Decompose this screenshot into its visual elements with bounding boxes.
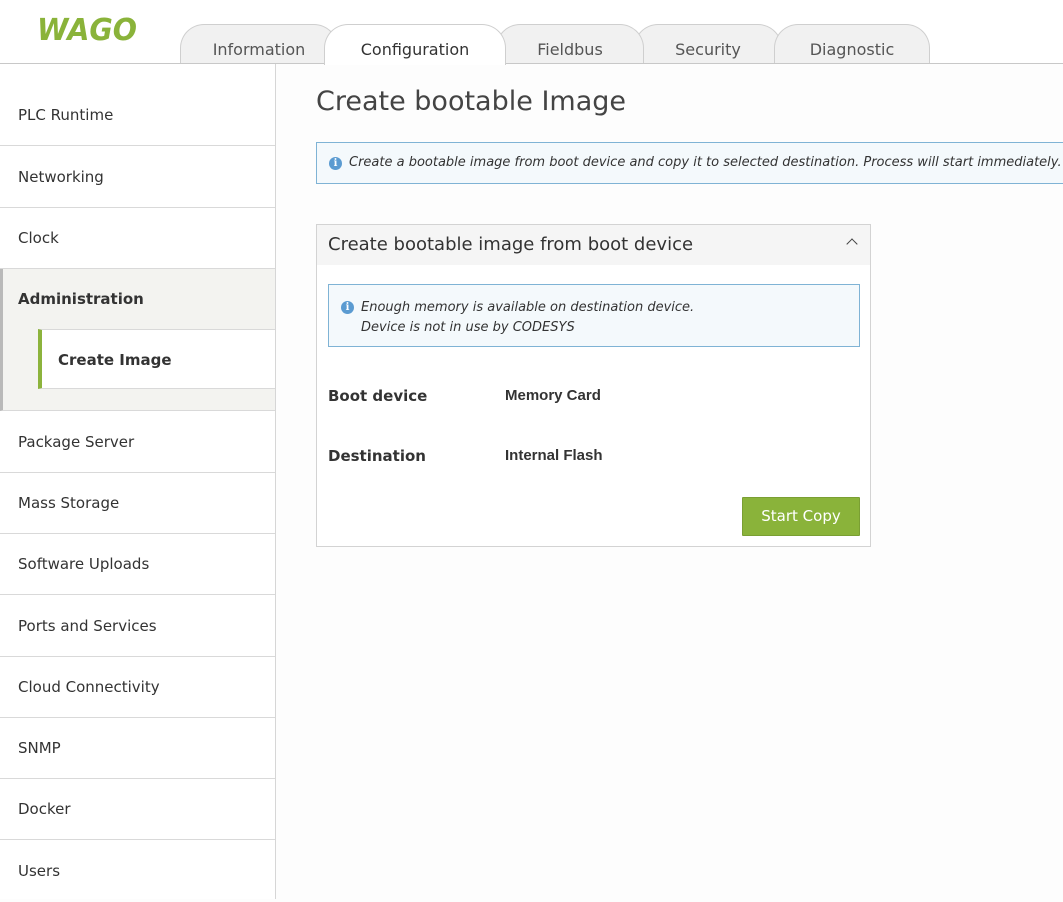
boot-device-label: Boot device — [328, 387, 428, 405]
sidebar: PLC Runtime Networking Clock Administrat… — [0, 64, 276, 899]
top-header: WAGO Information Security Diagnostic Fie… — [0, 0, 1063, 65]
sidebar-item-cloud-connectivity[interactable]: Cloud Connectivity — [0, 657, 275, 718]
info-icon: i — [341, 301, 354, 314]
create-image-panel: Create bootable image from boot device i… — [316, 224, 871, 547]
sidebar-item-docker[interactable]: Docker — [0, 779, 275, 840]
memory-status-box: i Enough memory is available on destinat… — [328, 284, 860, 347]
sidebar-item-snmp[interactable]: SNMP — [0, 718, 275, 779]
tab-configuration[interactable]: Configuration — [324, 24, 506, 65]
sidebar-item-administration[interactable]: Administration — [0, 269, 275, 329]
sidebar-item-plc-runtime[interactable]: PLC Runtime — [0, 85, 275, 146]
wago-logo: WAGO — [37, 13, 137, 46]
boot-device-value: Memory Card — [505, 387, 601, 404]
panel-title: Create bootable image from boot device — [328, 234, 694, 255]
start-copy-button[interactable]: Start Copy — [742, 497, 860, 536]
sidebar-item-package-server[interactable]: Package Server — [0, 412, 275, 473]
destination-label: Destination — [328, 447, 426, 465]
sidebar-item-mass-storage[interactable]: Mass Storage — [0, 473, 275, 534]
page-title: Create bootable Image — [316, 86, 626, 117]
info-banner: i Create a bootable image from boot devi… — [316, 142, 1063, 184]
sidebar-item-software-uploads[interactable]: Software Uploads — [0, 534, 275, 595]
sidebar-subitem-create-image[interactable]: Create Image — [38, 329, 275, 389]
chevron-up-icon[interactable] — [846, 238, 858, 250]
info-icon: i — [329, 157, 342, 170]
tab-security[interactable]: Security — [634, 24, 782, 64]
sidebar-item-users[interactable]: Users — [0, 841, 275, 902]
tab-information[interactable]: Information — [180, 24, 338, 64]
info-text: Create a bootable image from boot device… — [349, 155, 1062, 170]
tab-fieldbus[interactable]: Fieldbus — [496, 24, 644, 64]
status-line-codesys: Device is not in use by CODESYS — [361, 320, 575, 335]
sidebar-item-networking[interactable]: Networking — [0, 147, 275, 208]
sidebar-item-ports-and-services[interactable]: Ports and Services — [0, 596, 275, 657]
destination-value: Internal Flash — [505, 447, 603, 464]
status-line-memory: Enough memory is available on destinatio… — [361, 300, 695, 315]
tab-diagnostic[interactable]: Diagnostic — [774, 24, 930, 64]
sidebar-item-clock[interactable]: Clock — [0, 208, 275, 269]
panel-header[interactable]: Create bootable image from boot device — [317, 225, 870, 265]
svg-text:WAGO: WAGO — [37, 13, 137, 46]
